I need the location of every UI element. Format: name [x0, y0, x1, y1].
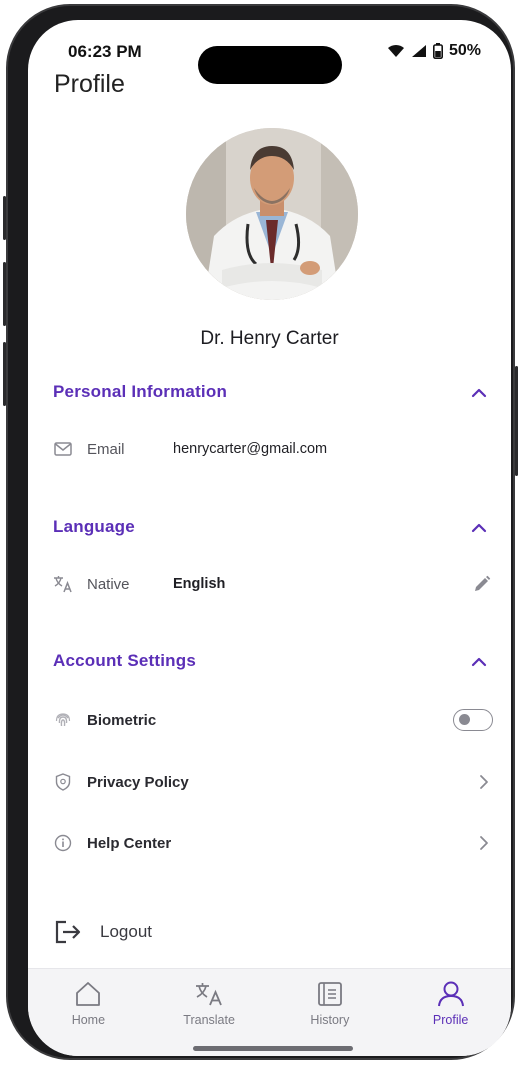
chevron-up-icon[interactable]: [471, 523, 487, 533]
tab-history-label: History: [310, 1013, 350, 1027]
home-icon: [76, 982, 101, 1006]
status-bar: 06:23 PM 50%: [28, 42, 511, 84]
battery-percentage: 50%: [448, 42, 481, 59]
bottom-tab-bar: Home Translate History Profile: [28, 968, 511, 1056]
section-title-language: Language: [53, 517, 135, 536]
tab-profile-label: Profile: [432, 1013, 469, 1027]
section-title-account-settings: Account Settings: [53, 651, 196, 670]
side-button-left-3: [3, 342, 6, 406]
tab-home[interactable]: Home: [38, 969, 138, 1056]
help-center-label: Help Center: [87, 834, 172, 852]
tab-translate[interactable]: Translate: [159, 969, 259, 1056]
tab-history[interactable]: History: [280, 969, 380, 1056]
profile-icon: [437, 981, 464, 1007]
translate-icon: [196, 983, 222, 1006]
shield-icon: [53, 772, 73, 792]
tab-profile[interactable]: Profile: [401, 969, 501, 1056]
profile-name: Dr. Henry Carter: [200, 328, 339, 349]
chevron-up-icon[interactable]: [471, 657, 487, 667]
side-button-left-1: [3, 196, 6, 240]
email-value: henrycarter@gmail.com: [173, 441, 328, 457]
native-value: English: [173, 576, 226, 592]
battery-icon: [432, 43, 443, 59]
phone-frame: 06:23 PM 50% Profile Dr. Henry Carter Pe…: [3, 4, 518, 1060]
privacy-policy-row[interactable]: Privacy Policy: [53, 767, 491, 797]
native-label: Native: [87, 575, 130, 593]
email-label: Email: [87, 440, 125, 458]
email-icon: [53, 439, 73, 459]
logout-label: Logout: [100, 922, 152, 941]
dynamic-island: [198, 46, 342, 84]
status-icons: 50%: [387, 42, 481, 60]
screen: 06:23 PM 50% Profile Dr. Henry Carter Pe…: [28, 20, 511, 1056]
history-icon: [317, 982, 342, 1006]
chevron-right-icon[interactable]: [479, 774, 489, 790]
logout-button[interactable]: Logout: [54, 920, 152, 944]
tab-home-label: Home: [71, 1013, 106, 1027]
native-language-row: Native English: [53, 569, 491, 599]
fingerprint-icon: [53, 710, 73, 730]
wifi-icon: [387, 44, 404, 57]
section-title-personal-information: Personal Information: [53, 382, 228, 401]
side-button-left-2: [3, 262, 6, 326]
doctor-portrait-icon: [186, 128, 358, 300]
privacy-policy-label: Privacy Policy: [87, 773, 189, 791]
home-indicator[interactable]: [193, 1046, 353, 1051]
profile-avatar[interactable]: [186, 128, 358, 300]
info-icon: [53, 833, 73, 853]
toggle-knob: [459, 714, 470, 725]
help-center-row[interactable]: Help Center: [53, 828, 491, 858]
edit-pencil-icon[interactable]: [473, 575, 491, 593]
translate-icon: [53, 574, 73, 594]
email-row: Email henrycarter@gmail.com: [53, 434, 491, 464]
cellular-signal-icon: [411, 45, 426, 57]
page-title: Profile: [54, 70, 125, 98]
chevron-up-icon[interactable]: [471, 388, 487, 398]
biometric-row: Biometric: [53, 705, 491, 735]
biometric-label: Biometric: [87, 711, 157, 729]
biometric-toggle[interactable]: [453, 709, 493, 731]
status-time: 06:23 PM: [68, 42, 142, 61]
logout-icon: [55, 920, 81, 944]
chevron-right-icon[interactable]: [479, 835, 489, 851]
side-button-right: [515, 366, 518, 476]
tab-translate-label: Translate: [183, 1013, 235, 1027]
